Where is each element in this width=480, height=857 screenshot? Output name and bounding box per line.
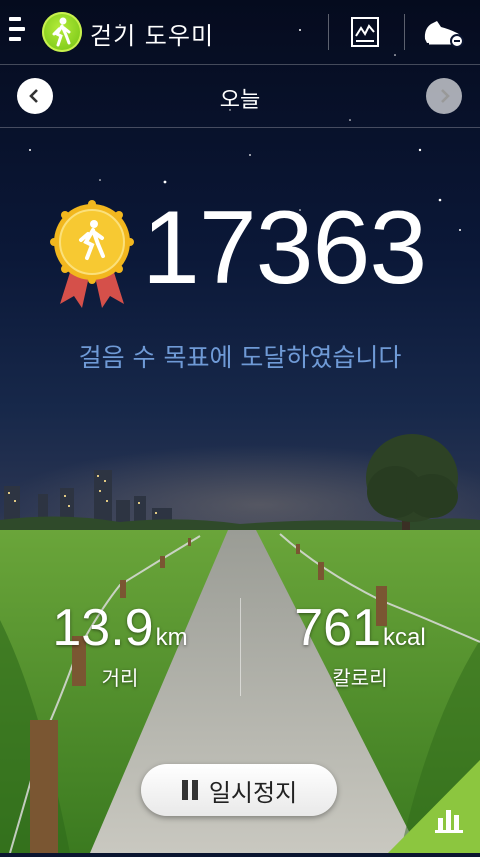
goal-message: 걸음 수 목표에 도달하였습니다 xyxy=(78,343,402,372)
distance-unit: km xyxy=(155,624,188,651)
step-count: 17363 xyxy=(142,190,427,306)
date-navigation: 오늘 xyxy=(0,65,480,127)
chevron-right-icon xyxy=(441,89,450,103)
calories-value: 761 xyxy=(294,599,382,657)
distance-label: 거리 xyxy=(101,666,139,690)
shoe-icon[interactable] xyxy=(421,15,465,49)
distance-value: 13.9 xyxy=(52,599,154,657)
distance-stat: 13.9km 거리 xyxy=(0,600,240,691)
datebar-divider xyxy=(0,127,480,128)
toolbar-divider xyxy=(404,14,405,50)
calories-label: 칼로리 xyxy=(332,666,388,690)
stats-corner-button[interactable] xyxy=(388,760,480,853)
pause-button[interactable]: 일시정지 xyxy=(141,764,337,816)
date-label: 오늘 xyxy=(219,88,261,113)
app-title: 걷기 도우미 xyxy=(90,22,215,50)
gold-medal-icon xyxy=(50,200,134,312)
next-day-button[interactable] xyxy=(426,78,462,114)
calories-unit: kcal xyxy=(383,624,426,651)
pause-label: 일시정지 xyxy=(208,778,298,807)
menu-icon[interactable] xyxy=(9,17,27,47)
chart-icon[interactable] xyxy=(350,16,380,48)
app-header: 걷기 도우미 xyxy=(0,0,480,64)
pause-icon xyxy=(181,780,199,800)
walker-logo-icon[interactable] xyxy=(42,12,82,52)
calories-stat: 761kcal 칼로리 xyxy=(240,600,480,691)
toolbar-divider xyxy=(328,14,329,50)
